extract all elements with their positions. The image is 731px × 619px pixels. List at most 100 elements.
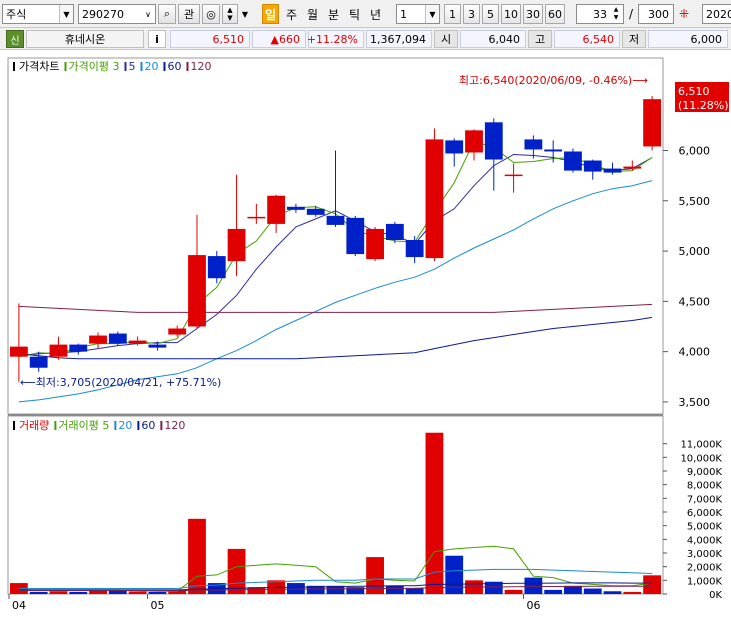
grid-icon[interactable]: ⁜: [676, 4, 692, 24]
period-tab-2[interactable]: 월: [304, 4, 321, 24]
candle-body: [29, 356, 48, 368]
volume-bar: [623, 591, 642, 594]
interval-select[interactable]: 1 ▼: [396, 4, 440, 24]
period-tab-5[interactable]: 년: [367, 4, 384, 24]
view-count-input[interactable]: 33 ▲ ▼: [576, 4, 624, 24]
volume-tick-label: 9,000K: [687, 467, 723, 478]
candle-body: [346, 217, 365, 255]
low-label: 저: [622, 30, 646, 48]
price-tick-label: 5,500: [679, 195, 711, 208]
period-tab-3[interactable]: 분: [325, 4, 342, 24]
volume-tick-label: 7,000K: [687, 494, 723, 505]
volume-tick-label: 5,000K: [687, 522, 723, 533]
volume-legend-item: 거래이평 5: [58, 419, 109, 432]
price-legend-item: 60: [167, 60, 181, 73]
candle-body: [306, 208, 325, 215]
interval-button-0[interactable]: 1: [444, 4, 461, 24]
volume-bar: [287, 583, 305, 594]
volume-legend-item: 120: [164, 419, 185, 432]
candle-body: [405, 239, 424, 258]
volume-tick-label: 6,000K: [687, 508, 723, 519]
volume-bar: [643, 575, 662, 594]
interval-button-3[interactable]: 10: [501, 4, 521, 24]
last-price-label: 6,510: [678, 85, 710, 98]
x-tick-label: 05: [151, 599, 165, 612]
market-select[interactable]: 주식 ▼: [2, 4, 74, 24]
volume-tick-label: 10,000K: [680, 453, 722, 464]
volume-bar: [49, 591, 68, 594]
price-legend-item: 가격차트: [19, 60, 59, 73]
price-legend-item: 120: [190, 60, 211, 73]
price-legend-item: 20: [144, 60, 158, 73]
candle-body: [168, 328, 187, 335]
price-legend-swatch: [163, 62, 166, 71]
volume-bar: [445, 555, 464, 594]
market-select-value: 주식: [6, 8, 27, 21]
candle-body: [623, 166, 642, 169]
volume-bar: [227, 548, 246, 594]
chevron-down-icon: ▼: [59, 5, 73, 23]
info-button[interactable]: i: [148, 30, 166, 48]
spin-icon[interactable]: ▲ ▼: [610, 6, 622, 22]
volume-bar: [128, 591, 147, 594]
volume-panel[interactable]: [7, 415, 664, 595]
chevron-down-icon: ∨: [141, 5, 155, 23]
interval-button-2[interactable]: 5: [482, 4, 499, 24]
price-tick-label: 4,000: [679, 346, 711, 359]
volume-legend-swatch: [114, 421, 117, 430]
low-price: 6,000: [648, 30, 728, 48]
candle-body: [227, 228, 246, 262]
volume-bar: [29, 591, 48, 594]
chart-canvas[interactable]: 가격차트 가격이평 3 5 20 60 120 거래량 거래이평 5 20 60 120 6,00…: [0, 50, 731, 616]
price-tick-label: 3,500: [679, 396, 711, 409]
volume-bar: [564, 585, 582, 594]
candle-body: [465, 130, 483, 153]
candle-body: [366, 228, 384, 260]
volume-bar: [583, 588, 602, 594]
price-legend-item: 가격이평 3: [68, 60, 119, 73]
stock-stepper[interactable]: ▲ ▼: [222, 4, 238, 24]
current-price: 6,510: [170, 30, 250, 48]
search-button[interactable]: ⌕: [158, 4, 176, 24]
volume-bar: [188, 518, 206, 594]
stock-code-input[interactable]: 290270 ∨: [78, 4, 156, 24]
candle-body: [603, 168, 622, 173]
volume-bar: [148, 591, 167, 594]
candle-body: [49, 344, 68, 357]
watchlist-button[interactable]: 관: [178, 4, 200, 24]
date-input[interactable]: 2020/: [702, 4, 731, 24]
dropdown-arrow-icon[interactable]: ▼: [240, 4, 250, 24]
volume-legend-swatch: [54, 421, 57, 430]
stock-name[interactable]: 휴네시온: [26, 30, 144, 48]
quote-bar: 신 휴네시온 i 6,510 ▲660 +11.28% 1,367,094 시 …: [0, 28, 731, 50]
stock-chart[interactable]: 가격차트 가격이평 3 5 20 60 120 거래량 거래이평 5 20 60 120 6,00…: [0, 50, 731, 616]
stock-code-value: 290270: [82, 7, 124, 21]
link-button[interactable]: ◎: [202, 4, 220, 24]
period-tab-4[interactable]: 틱: [346, 4, 363, 24]
candle-body: [544, 149, 563, 152]
low-annotation: ⟵최저:3,705(2020/04/21, +75.71%): [20, 376, 221, 389]
candle-body: [643, 99, 662, 147]
volume-legend-marker: [13, 421, 15, 430]
volume-bar: [385, 585, 404, 594]
price-panel[interactable]: [7, 57, 664, 415]
search-icon: ⌕: [163, 7, 171, 20]
candle-body: [89, 335, 107, 344]
period-tab-1[interactable]: 주: [283, 4, 300, 24]
volume-bar: [69, 591, 88, 594]
total-count-input[interactable]: 300: [638, 4, 674, 24]
candle-body: [9, 346, 28, 357]
interval-button-5[interactable]: 60: [545, 4, 565, 24]
x-tick-label: 04: [12, 599, 26, 612]
period-tab-0[interactable]: 일: [262, 4, 279, 24]
count-separator: /: [628, 7, 634, 21]
high-annotation: 최고:6,540(2020/06/09, -0.46%)⟶: [459, 74, 648, 87]
price-legend-item: 5: [128, 60, 135, 73]
open-label: 시: [434, 30, 458, 48]
volume-bar: [504, 589, 523, 594]
interval-button-4[interactable]: 30: [523, 4, 543, 24]
volume-bar: [544, 589, 563, 594]
x-tick-label: 06: [526, 599, 540, 612]
volume-tick-label: 1,000K: [687, 576, 723, 587]
interval-button-1[interactable]: 3: [463, 4, 480, 24]
